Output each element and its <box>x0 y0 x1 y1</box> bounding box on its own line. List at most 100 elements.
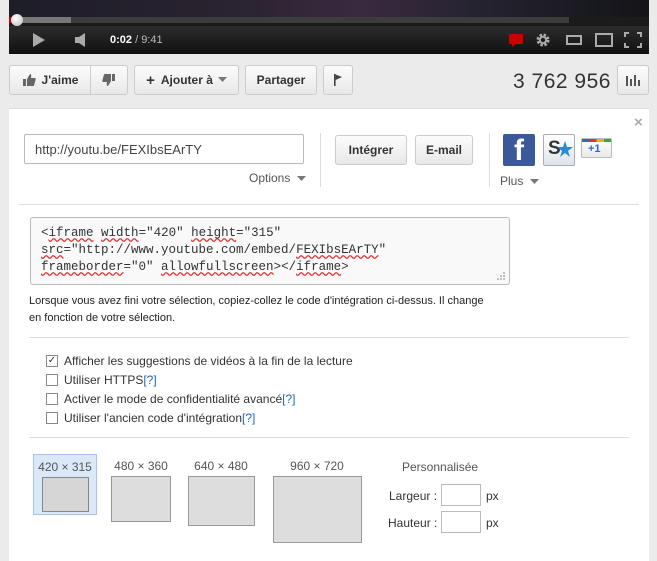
chevron-down-icon <box>217 77 227 82</box>
stumbleupon-share-button[interactable]: S <box>543 134 575 166</box>
gear-icon <box>536 33 550 47</box>
like-button[interactable]: J'aime <box>9 65 91 95</box>
share-label: Partager <box>256 73 306 87</box>
captions-icon <box>509 34 523 47</box>
code-token: > <box>341 260 349 274</box>
help-link[interactable]: [?] <box>282 392 295 406</box>
code-token: src <box>41 243 64 257</box>
divider <box>29 337 629 338</box>
time-display: 0:02 / 9:41 <box>110 34 163 46</box>
size-option-480[interactable]: 480 × 360 <box>109 459 173 522</box>
time-separator: / <box>132 34 142 46</box>
divider <box>320 133 321 187</box>
progress-bar[interactable] <box>9 17 569 23</box>
play-button[interactable] <box>27 26 51 54</box>
share-button[interactable]: Partager <box>245 65 317 95</box>
size-label: 480 × 360 <box>114 459 168 473</box>
old-embed-checkbox[interactable] <box>46 412 58 424</box>
custom-width-input[interactable] <box>441 484 481 506</box>
chevron-down-icon <box>529 178 539 184</box>
share-panel: × Options Intégrer E-mail f S +1 Plus <i… <box>9 108 649 561</box>
help-link[interactable]: [?] <box>242 411 255 425</box>
code-token: iframe <box>296 260 342 274</box>
embed-button[interactable]: Intégrer <box>335 135 407 165</box>
video-player: 0:02 / 9:41 <box>9 0 649 54</box>
facebook-share-button[interactable]: f <box>503 134 535 166</box>
code-token: ="315" <box>236 226 282 240</box>
options-link[interactable]: Options <box>249 171 306 185</box>
add-to-button[interactable]: + Ajouter à <box>134 65 239 95</box>
code-token: " <box>378 243 387 257</box>
option-old-embed[interactable]: Utiliser l'ancien code d'intégration [?] <box>46 411 255 425</box>
volume-icon <box>75 33 85 47</box>
code-token: ="420" <box>138 226 192 240</box>
time-total: 9:41 <box>141 34 163 46</box>
flag-button[interactable] <box>323 65 353 95</box>
share-url-field[interactable] <box>24 134 304 164</box>
view-count: 3 762 956 <box>513 70 611 93</box>
chevron-down-icon <box>296 175 306 181</box>
size-preview <box>41 477 89 512</box>
option-label: Utiliser HTTPS <box>64 373 144 387</box>
progress-scrubber-handle[interactable] <box>11 14 23 26</box>
option-label: Afficher les suggestions de vidéos à la … <box>64 354 353 368</box>
plus-label: Plus <box>500 174 524 188</box>
option-label: Utiliser l'ancien code d'intégration <box>64 411 243 425</box>
dislike-button[interactable] <box>90 65 128 95</box>
google-plus-one-button[interactable]: +1 <box>581 138 612 158</box>
large-player-icon <box>595 33 613 47</box>
code-token: ></ <box>273 260 297 274</box>
fullscreen-button[interactable] <box>621 26 645 54</box>
play-icon <box>33 33 45 47</box>
size-label: 640 × 480 <box>194 459 248 473</box>
size-option-960[interactable]: 960 × 720 <box>270 459 364 543</box>
size-option-640[interactable]: 640 × 480 <box>186 459 256 526</box>
code-token: allowfullscreen <box>161 260 274 274</box>
more-share-link[interactable]: Plus <box>500 174 539 188</box>
code-token: height <box>191 226 237 240</box>
email-button[interactable]: E-mail <box>415 135 473 165</box>
add-to-label: Ajouter à <box>160 73 213 87</box>
large-player-button[interactable] <box>592 26 616 54</box>
small-player-button[interactable] <box>562 26 586 54</box>
like-label: J'aime <box>41 73 79 87</box>
option-label: Activer le mode de confidentialité avanc… <box>64 392 283 406</box>
fullscreen-icon <box>624 32 642 48</box>
flag-icon <box>334 74 342 86</box>
suggestions-checkbox[interactable]: ✓ <box>46 355 58 367</box>
https-checkbox[interactable] <box>46 374 58 386</box>
option-use-https[interactable]: Utiliser HTTPS [?] <box>46 373 157 387</box>
custom-height-input[interactable] <box>441 511 481 533</box>
google-color-strip <box>582 139 611 142</box>
code-token: < <box>41 226 49 240</box>
height-unit: px <box>486 516 499 530</box>
volume-button[interactable] <box>70 26 94 54</box>
resize-grip-icon[interactable] <box>496 271 506 281</box>
thumbs-up-icon <box>22 74 36 86</box>
player-controls: 0:02 / 9:41 <box>9 26 649 54</box>
embed-code-textarea[interactable]: <iframe width="420" height="315" src="ht… <box>30 217 510 285</box>
code-token: ="0" <box>123 260 162 274</box>
close-icon[interactable]: × <box>634 114 643 131</box>
size-preview <box>187 476 255 526</box>
option-privacy-mode[interactable]: Activer le mode de confidentialité avanc… <box>46 392 295 406</box>
size-option-420[interactable]: 420 × 315 <box>33 454 97 515</box>
width-unit: px <box>486 489 499 503</box>
plus-icon: + <box>146 71 155 89</box>
stats-button[interactable] <box>617 65 649 95</box>
email-button-label: E-mail <box>425 143 462 157</box>
divider <box>29 437 629 438</box>
code-token: iframe <box>48 226 94 240</box>
embed-button-label: Intégrer <box>348 143 394 157</box>
options-label: Options <box>249 171 291 185</box>
video-frame[interactable] <box>9 0 649 17</box>
facebook-icon: f <box>514 134 524 166</box>
privacy-checkbox[interactable] <box>46 393 58 405</box>
captions-button[interactable] <box>504 26 528 54</box>
option-show-suggestions[interactable]: ✓ Afficher les suggestions de vidéos à l… <box>46 354 353 368</box>
height-label: Hauteur : <box>388 516 438 530</box>
code-token: FEXIbsEArTY <box>296 243 379 257</box>
settings-button[interactable] <box>530 26 556 54</box>
thumbs-down-icon <box>102 74 115 86</box>
help-link[interactable]: [?] <box>143 373 156 387</box>
